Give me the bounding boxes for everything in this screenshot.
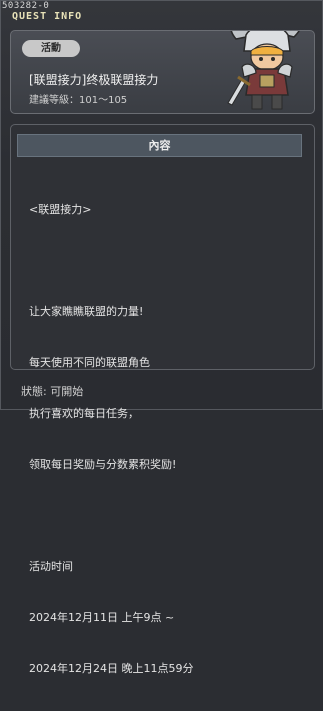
description-line: 活动时间 [29, 560, 73, 573]
description-line: 2024年12月11日 上午9点 ~ [29, 611, 175, 624]
quest-id: 503282-0 [2, 1, 50, 11]
quest-content-panel: 內容 <联盟接力> 让大家瞧瞧联盟的力量! 每天使用不同的联盟角色 执行喜欢的每… [10, 124, 315, 675]
window-title: QUEST INFO [12, 11, 83, 22]
description-line: <联盟接力> [29, 203, 92, 216]
description-line: 2024年12月24日 晚上11点59分 [29, 662, 194, 675]
description-line: 每天使用不同的联盟角色 [29, 356, 150, 369]
quest-type-tag: 活動 [22, 40, 80, 57]
quest-header-panel: 活動 [联盟接力]终极联盟接力 建議等級：101～105 [10, 30, 315, 114]
description-line: 让大家瞧瞧联盟的力量! [29, 305, 144, 318]
description-line [29, 507, 299, 524]
description-line: 领取每日奖励与分数累积奖励! [29, 458, 177, 471]
level-requirement: 建議等級：101～105 [29, 95, 128, 106]
content-section-header: 內容 [17, 134, 302, 157]
quest-status: 狀態: 可開始 [21, 385, 84, 398]
armored-warrior-character [227, 31, 300, 110]
quest-title: [联盟接力]终极联盟接力 [29, 73, 159, 87]
description-line: 执行喜欢的每日任务， [29, 407, 139, 420]
description-line [29, 252, 299, 269]
quest-description: <联盟接力> 让大家瞧瞧联盟的力量! 每天使用不同的联盟角色 执行喜欢的每日任务… [29, 167, 299, 711]
quest-info-window: 503282-0 QUEST INFO 活動 [联盟接力]终极联盟接力 建議等級… [0, 0, 323, 675]
